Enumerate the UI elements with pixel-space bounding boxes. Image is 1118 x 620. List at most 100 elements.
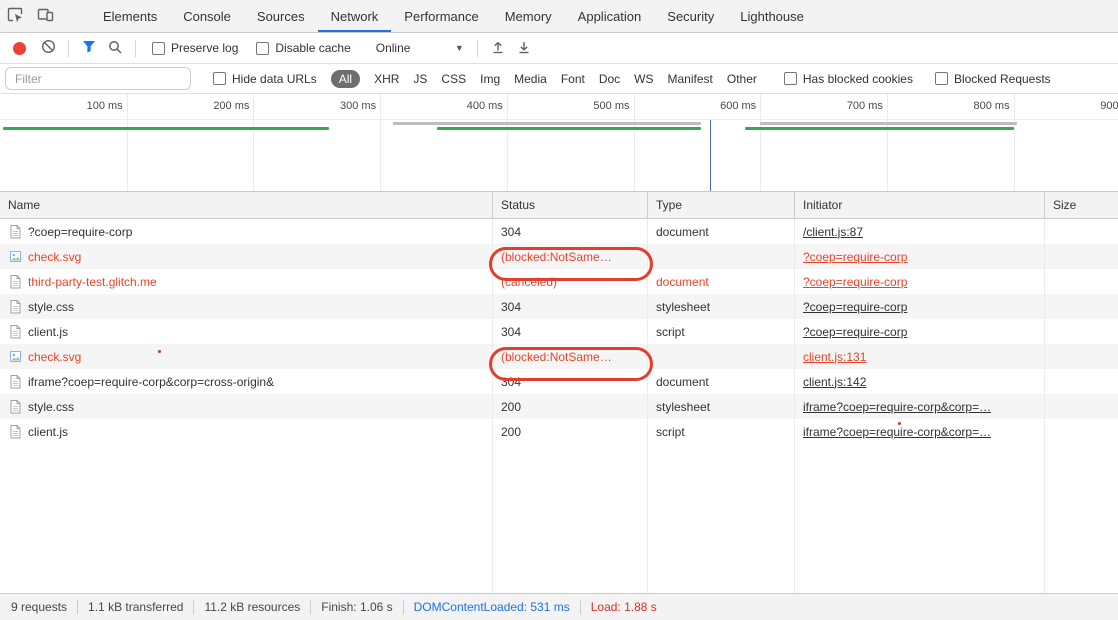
request-name-cell: iframe?coep=require-corp&corp=cross-orig… <box>0 374 493 389</box>
request-row[interactable]: client.js200scriptiframe?coep=require-co… <box>0 419 1118 444</box>
filter-type-font[interactable]: Font <box>561 72 585 86</box>
record-button[interactable] <box>13 42 26 55</box>
inspect-cursor-icon <box>7 7 24 26</box>
device-toolbar-button[interactable] <box>30 0 60 32</box>
request-type-cell: script <box>648 325 795 339</box>
export-har-button[interactable] <box>511 40 537 57</box>
grid-header: NameStatusTypeInitiatorSize <box>0 192 1118 219</box>
disable-cache-checkbox[interactable] <box>256 42 269 55</box>
timeline-tick-label: 600 ms <box>720 100 756 112</box>
waterfall-bar <box>3 127 330 130</box>
column-separator[interactable] <box>492 219 493 593</box>
filter-type-all[interactable]: All <box>331 70 360 88</box>
request-status-cell: (blocked:NotSame… <box>493 250 648 264</box>
column-header-name[interactable]: Name <box>0 192 493 218</box>
tab-sources[interactable]: Sources <box>244 0 318 32</box>
tab-security[interactable]: Security <box>654 0 727 32</box>
request-name-cell: client.js <box>0 324 493 339</box>
image-icon <box>9 249 22 264</box>
timeline-tick-label: 700 ms <box>847 100 883 112</box>
preserve-log-toggle[interactable]: Preserve log <box>152 41 238 55</box>
clear-button[interactable] <box>35 39 61 57</box>
initiator-link[interactable]: ?coep=require-corp <box>803 250 907 264</box>
throttling-select[interactable]: Online ▼ <box>376 41 464 55</box>
disable-cache-label: Disable cache <box>275 41 350 55</box>
initiator-link[interactable]: iframe?coep=require-corp&corp=… <box>803 425 991 439</box>
initiator-link[interactable]: ?coep=require-corp <box>803 300 907 314</box>
blocked-requests-checkbox[interactable] <box>935 72 948 85</box>
hide-data-urls-toggle[interactable]: Hide data URLs <box>213 72 317 86</box>
tab-network[interactable]: Network <box>318 0 392 32</box>
tab-memory[interactable]: Memory <box>492 0 565 32</box>
request-rows: ?coep=require-corp304document/client.js:… <box>0 219 1118 444</box>
download-arrow-icon <box>517 40 531 57</box>
initiator-link[interactable]: ?coep=require-corp <box>803 325 907 339</box>
filter-type-other[interactable]: Other <box>727 72 757 86</box>
import-har-button[interactable] <box>485 40 511 57</box>
request-type-cell: document <box>648 275 795 289</box>
hide-data-urls-label: Hide data URLs <box>232 72 317 86</box>
summary-requests: 9 requests <box>11 600 67 614</box>
overview-timeline[interactable]: 100 ms200 ms300 ms400 ms500 ms600 ms700 … <box>0 94 1118 192</box>
waterfall-bar <box>745 127 1014 130</box>
timeline-gridline <box>253 94 254 191</box>
column-header-status[interactable]: Status <box>493 192 648 218</box>
search-icon <box>108 40 122 57</box>
timeline-gridline <box>507 94 508 191</box>
blocked-requests-toggle[interactable]: Blocked Requests <box>935 72 1051 86</box>
request-row[interactable]: check.svg (blocked:NotSame… ?coep=require-… <box>0 244 1118 269</box>
request-row[interactable]: style.css200stylesheetiframe?coep=requir… <box>0 394 1118 419</box>
summary-bar: 9 requests 1.1 kB transferred 11.2 kB reso… <box>0 593 1118 620</box>
request-name-cell: ?coep=require-corp <box>0 224 493 239</box>
has-blocked-cookies-toggle[interactable]: Has blocked cookies <box>784 72 913 86</box>
initiator-link[interactable]: /client.js:87 <box>803 225 863 239</box>
inspect-element-button[interactable] <box>0 0 30 32</box>
summary-resources: 11.2 kB resources <box>204 600 300 614</box>
has-blocked-cookies-checkbox[interactable] <box>784 72 797 85</box>
filter-type-js[interactable]: JS <box>413 72 427 86</box>
filter-type-ws[interactable]: WS <box>634 72 653 86</box>
request-name-cell: check.svg <box>0 249 493 264</box>
toolbar-divider <box>135 40 136 57</box>
request-name-cell: style.css <box>0 299 493 314</box>
column-header-size[interactable]: Size <box>1045 192 1118 218</box>
filter-input[interactable] <box>5 67 191 90</box>
initiator-link[interactable]: client.js:131 <box>803 350 866 364</box>
disable-cache-toggle[interactable]: Disable cache <box>256 41 350 55</box>
request-name: check.svg <box>28 250 81 264</box>
filter-type-xhr[interactable]: XHR <box>374 72 399 86</box>
request-row[interactable]: third-party-test.glitch.me(canceled)docu… <box>0 269 1118 294</box>
column-header-type[interactable]: Type <box>648 192 795 218</box>
summary-transferred: 1.1 kB transferred <box>88 600 183 614</box>
filter-type-doc[interactable]: Doc <box>599 72 620 86</box>
request-row[interactable]: iframe?coep=require-corp&corp=cross-orig… <box>0 369 1118 394</box>
hide-data-urls-checkbox[interactable] <box>213 72 226 85</box>
column-separator[interactable] <box>647 219 648 593</box>
preserve-log-checkbox[interactable] <box>152 42 165 55</box>
ruler-baseline <box>0 119 1118 120</box>
filter-type-css[interactable]: CSS <box>441 72 466 86</box>
filter-type-media[interactable]: Media <box>514 72 547 86</box>
column-separator[interactable] <box>794 219 795 593</box>
tab-application[interactable]: Application <box>565 0 655 32</box>
tab-console[interactable]: Console <box>170 0 244 32</box>
request-row[interactable]: client.js304script?coep=require-corp <box>0 319 1118 344</box>
document-icon <box>9 424 22 439</box>
filter-type-img[interactable]: Img <box>480 72 500 86</box>
tab-lighthouse[interactable]: Lighthouse <box>727 0 817 32</box>
timeline-gridline <box>887 94 888 191</box>
initiator-link[interactable]: iframe?coep=require-corp&corp=… <box>803 400 991 414</box>
request-row[interactable]: ?coep=require-corp304document/client.js:… <box>0 219 1118 244</box>
request-initiator-cell: ?coep=require-corp <box>795 325 1045 339</box>
request-row[interactable]: style.css304stylesheet?coep=require-corp <box>0 294 1118 319</box>
initiator-link[interactable]: client.js:142 <box>803 375 866 389</box>
tab-elements[interactable]: Elements <box>90 0 170 32</box>
filter-type-manifest[interactable]: Manifest <box>668 72 713 86</box>
tab-performance[interactable]: Performance <box>391 0 491 32</box>
column-separator[interactable] <box>1044 219 1045 593</box>
request-row[interactable]: check.svg(blocked:NotSame…client.js:131 <box>0 344 1118 369</box>
filter-toggle-button[interactable] <box>76 40 102 56</box>
search-button[interactable] <box>102 40 128 57</box>
column-header-initiator[interactable]: Initiator <box>795 192 1045 218</box>
initiator-link[interactable]: ?coep=require-corp <box>803 275 907 289</box>
